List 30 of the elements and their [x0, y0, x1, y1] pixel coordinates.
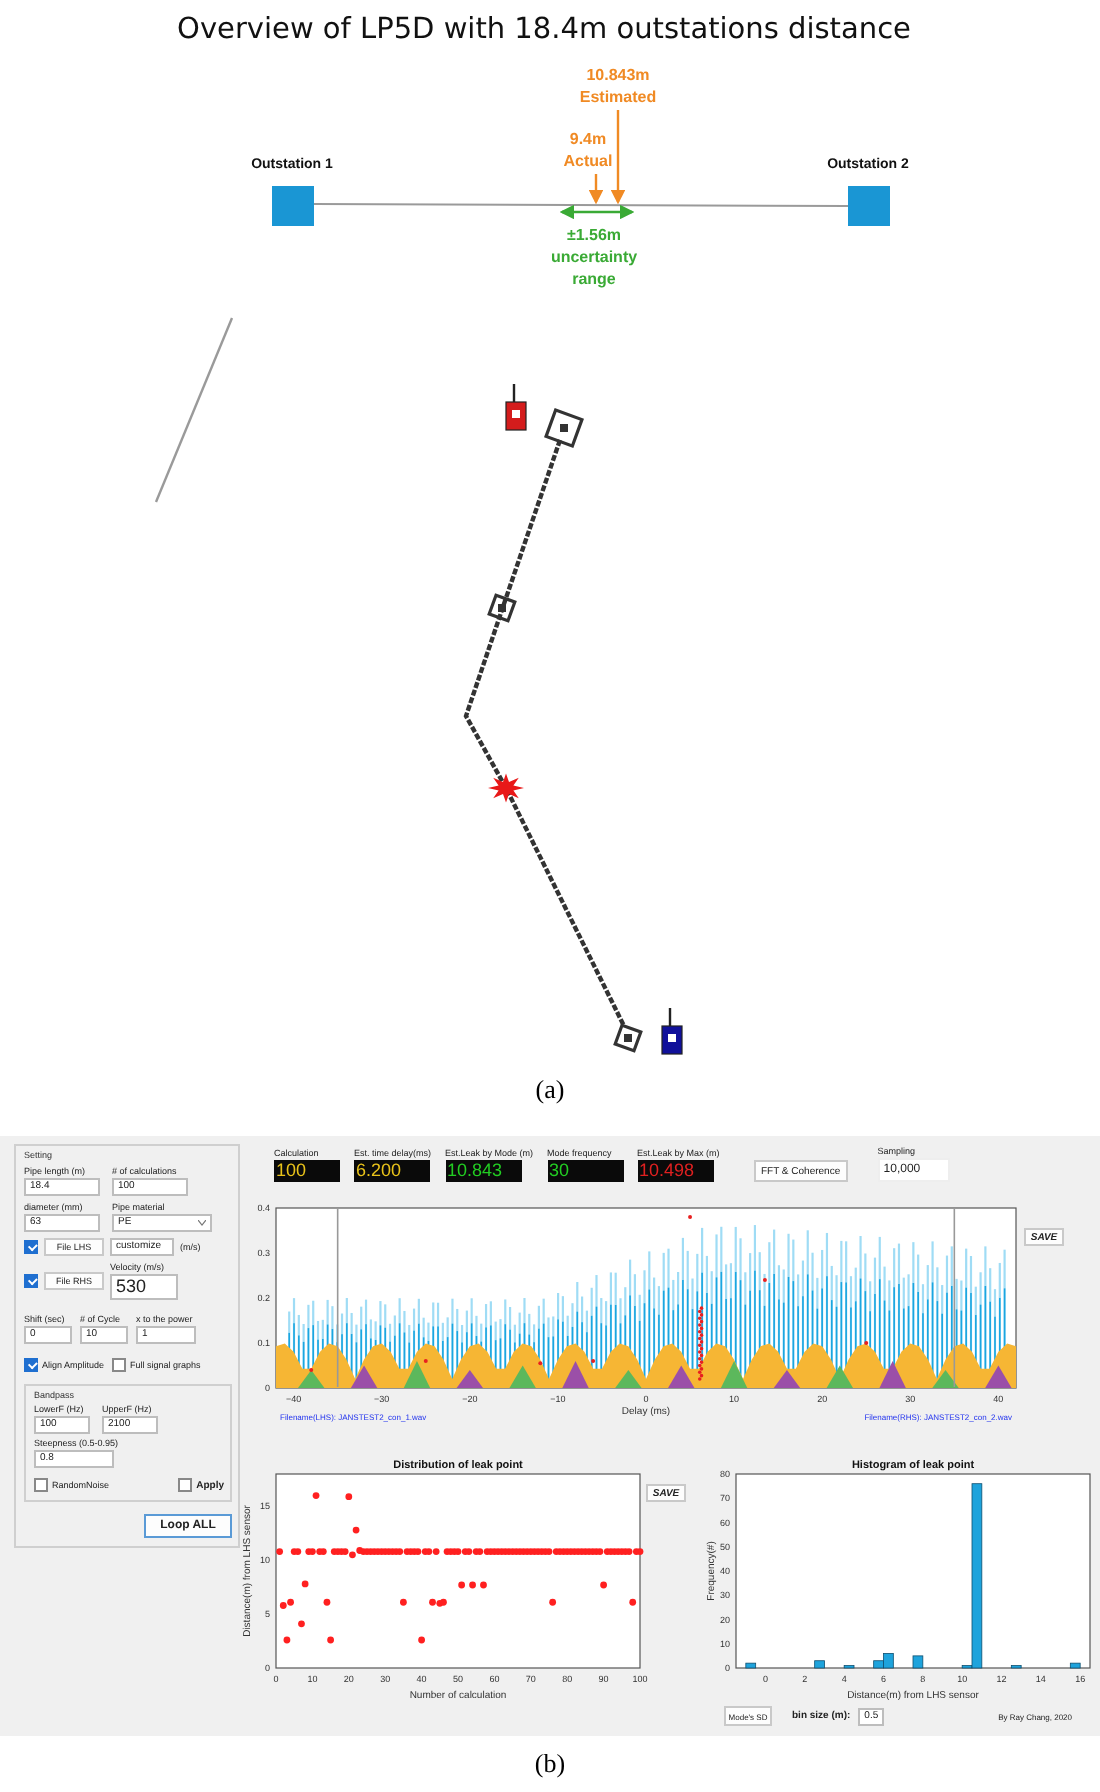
transmitter-icon — [661, 1008, 683, 1055]
readout-value: 6.200 — [356, 1160, 402, 1180]
checkbox[interactable] — [24, 1240, 38, 1254]
histogram-bar — [814, 1660, 825, 1669]
station-marker — [272, 186, 314, 226]
station-marker — [848, 186, 890, 226]
readout-value: 10.498 — [639, 1160, 695, 1180]
figure-caption: (a) — [533, 1072, 567, 1108]
readout-value: 30 — [549, 1160, 570, 1180]
transmitter-icon — [505, 384, 527, 431]
histogram-bar — [912, 1655, 924, 1669]
cursor-line[interactable] — [336, 1208, 339, 1388]
readout-value: 100 — [276, 1160, 307, 1180]
annotation-label: 10.843m Estimated — [579, 66, 657, 106]
checkbox[interactable] — [24, 1274, 38, 1288]
histogram-bar — [745, 1662, 757, 1669]
input-field[interactable]: 530 — [110, 1274, 178, 1300]
readout-value: 10.843 — [447, 1160, 503, 1180]
cursor-line[interactable] — [953, 1208, 956, 1388]
checkbox[interactable] — [112, 1358, 127, 1372]
leak-marker-icon — [488, 773, 524, 803]
checkbox[interactable] — [24, 1358, 38, 1372]
checkbox[interactable] — [178, 1478, 193, 1492]
figure-title: Overview of LP5D with 18.4m outstations distance — [177, 14, 911, 46]
checkbox[interactable] — [34, 1478, 48, 1492]
caret-icon — [198, 1220, 206, 1226]
figure-caption: (b) — [532, 1746, 568, 1782]
annotation-label: 9.4m Actual — [563, 130, 613, 170]
histogram-bar — [1069, 1662, 1081, 1669]
annotation-label: ±1.56m uncertainty range — [550, 226, 638, 288]
